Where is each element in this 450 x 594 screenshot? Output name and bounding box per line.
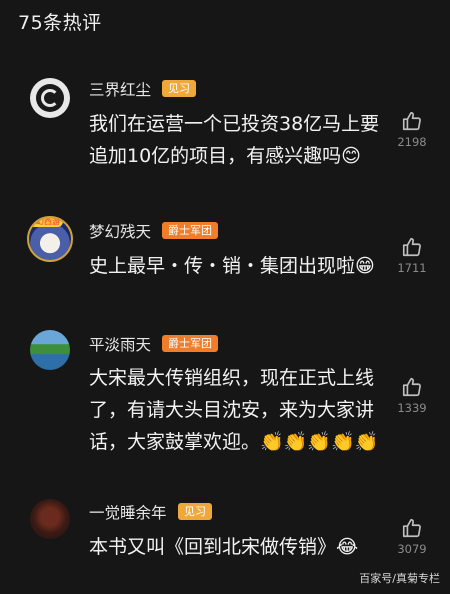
level-badge: 见习	[162, 80, 196, 97]
like-count: 3079	[397, 542, 427, 556]
like-button[interactable]: 1711	[392, 236, 432, 275]
thumbs-up-icon	[392, 236, 432, 258]
like-button[interactable]: 2198	[392, 110, 432, 149]
avatar[interactable]	[30, 330, 70, 370]
comment-username[interactable]: 三界红尘	[89, 78, 151, 100]
level-badge: 见习	[178, 503, 212, 520]
thumbs-up-icon	[392, 376, 432, 398]
level-badge: 爵士军团	[162, 335, 218, 352]
like-count: 2198	[397, 135, 427, 149]
comment-username[interactable]: 一觉睡余年	[89, 501, 167, 523]
avatar[interactable]	[30, 499, 70, 539]
watermark: 百家号/真菊专栏	[359, 572, 440, 585]
like-button[interactable]: 3079	[392, 517, 432, 556]
thumbs-up-icon	[392, 517, 432, 539]
like-button[interactable]: 1339	[392, 376, 432, 415]
level-badge: 爵士军团	[162, 222, 218, 239]
comment-text: 我们在运营一个已投资38亿马上要追加10亿的项目，有感兴趣吗😊	[89, 113, 380, 167]
like-count: 1711	[397, 261, 427, 275]
page-header: 75条热评	[18, 12, 102, 34]
avatar-tag: 梦幻西游	[29, 218, 63, 227]
comment-text: 大宋最大传销组织，现在正式上线了，有请大头目沈安，来为大家讲话，大家鼓掌欢迎。👏…	[89, 367, 379, 453]
thumbs-up-icon	[392, 110, 432, 132]
like-count: 1339	[397, 401, 427, 415]
avatar[interactable]	[30, 78, 70, 118]
comment-username[interactable]: 平淡雨天	[89, 333, 151, 355]
avatar[interactable]: 梦幻西游	[27, 216, 73, 262]
comment-text: 史上最早・传・销・集团出现啦😁	[89, 255, 375, 277]
comment-text: 本书又叫《回到北宋做传销》😂	[89, 536, 359, 558]
comment-username[interactable]: 梦幻残天	[89, 220, 151, 242]
